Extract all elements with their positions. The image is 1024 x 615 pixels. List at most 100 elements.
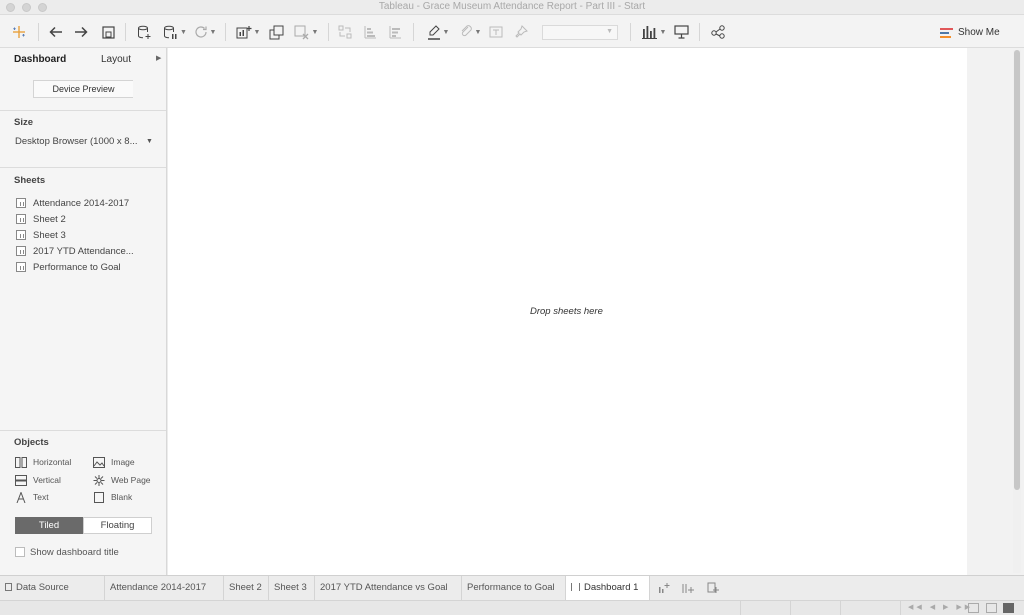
new-dashboard-tab-icon[interactable] [681,581,695,595]
presentation-mode-icon[interactable] [673,23,689,41]
clear-sheet-icon[interactable]: ▼ [292,23,320,41]
vertical-scrollbar[interactable] [1013,50,1021,573]
object-label: Horizontal [33,457,72,467]
toolbar: ▼ ▼ ▼ ▼ ▼ ▼ ▼ ▼ Show Me [0,15,1024,48]
object-blank[interactable]: Blank [93,490,132,504]
object-label: Blank [111,492,133,502]
tab-label: Dashboard 1 [584,582,639,593]
pane-menu-icon[interactable]: ▶ [156,54,161,62]
status-divider [790,601,791,615]
status-divider [740,601,741,615]
tiled-toggle[interactable]: Tiled [15,517,83,534]
text-icon [15,491,27,503]
duplicate-sheet-icon[interactable] [267,23,285,41]
show-dashboard-title-checkbox[interactable] [15,547,25,557]
sheet-item[interactable]: Sheet 2 [16,212,66,226]
chevron-down-icon[interactable]: ▼ [146,138,153,145]
show-me-label: Show Me [958,26,1000,38]
show-labels-icon[interactable]: ▼ [640,23,668,41]
show-mark-labels-icon[interactable] [488,23,504,41]
worksheet-icon [16,262,26,272]
dashboard-canvas[interactable]: Drop sheets here [168,48,967,575]
tabs-view-icon[interactable] [1003,603,1014,613]
vertical-container-icon [15,474,27,486]
tab-sheet[interactable]: Attendance 2014-2017 [105,576,224,600]
status-divider [900,601,901,615]
tab-dashboard-1[interactable]: Dashboard 1 [566,576,650,600]
title-bar: Tableau - Grace Museum Attendance Report… [0,0,1024,15]
undo-icon[interactable] [48,23,64,41]
dashboard-canvas-area: Drop sheets here [168,48,1024,575]
floating-toggle[interactable]: Floating [83,517,152,534]
swap-rows-columns-icon[interactable] [337,23,353,41]
web-page-icon [93,474,105,486]
tab-sheet[interactable]: Sheet 2 [224,576,269,600]
size-dropdown[interactable]: Desktop Browser (1000 x 8... [15,136,155,147]
refresh-icon[interactable]: ▼ [192,23,218,41]
scrollbar-thumb[interactable] [1014,50,1020,490]
tab-sheet[interactable]: Sheet 3 [269,576,315,600]
tab-sheet[interactable]: Performance to Goal [462,576,566,600]
sheet-label: Performance to Goal [33,261,121,273]
group-members-icon[interactable]: ▼ [457,23,483,41]
pause-updates-icon[interactable]: ▼ [160,23,190,41]
tab-data-source[interactable]: Data Source [0,576,105,600]
new-worksheet-tab-icon[interactable] [657,581,671,595]
save-icon[interactable] [100,23,116,41]
sheet-item[interactable]: Performance to Goal [16,260,121,274]
dashboard-pane: Dashboard Layout ▶ Device Preview Size D… [0,48,167,575]
sheet-item[interactable]: 2017 YTD Attendance... [16,244,134,258]
horizontal-container-icon [15,456,27,468]
sheet-item[interactable]: Attendance 2014-2017 [16,196,129,210]
sheet-label: 2017 YTD Attendance... [33,245,134,257]
toolbar-divider [125,23,126,41]
worksheet-icon [16,230,26,240]
new-data-source-icon[interactable] [135,23,153,41]
show-dashboard-title-label: Show dashboard title [30,546,119,558]
filmstrip-view-icon[interactable] [986,603,997,613]
device-preview-button[interactable]: Device Preview [33,80,133,98]
tableau-logo-icon[interactable] [10,23,28,41]
database-icon [5,583,12,591]
tab-layout[interactable]: Layout [101,54,131,65]
image-icon [93,456,105,468]
sheets-section-title: Sheets [14,175,46,186]
object-label: Web Page [111,475,151,485]
redo-icon[interactable] [73,23,89,41]
highlight-icon[interactable]: ▼ [424,23,452,41]
object-horizontal[interactable]: Horizontal [15,455,71,469]
sheet-item[interactable]: Sheet 3 [16,228,66,242]
dashboard-icon [571,583,580,591]
show-dashboard-title-row[interactable]: Show dashboard title [15,546,119,558]
tab-sheet[interactable]: 2017 YTD Attendance vs Goal [315,576,462,600]
sheet-label: Sheet 3 [33,229,66,241]
toolbar-divider [630,23,631,41]
sort-descending-icon[interactable] [387,23,403,41]
share-icon[interactable] [710,23,726,41]
object-label: Vertical [33,475,61,485]
object-vertical[interactable]: Vertical [15,473,61,487]
show-me-button[interactable]: Show Me [940,24,1000,40]
new-story-tab-icon[interactable] [706,581,720,595]
object-label: Image [111,457,135,467]
new-worksheet-icon[interactable]: ▼ [234,23,262,41]
sheet-sorter-view-icon[interactable] [968,603,979,613]
worksheet-icon [16,246,26,256]
fit-dropdown[interactable]: ▼ [542,25,618,40]
show-me-icon [940,27,953,38]
object-image[interactable]: Image [93,455,135,469]
size-section-title: Size [14,117,34,128]
object-text[interactable]: Text [15,490,49,504]
section-divider [0,167,166,168]
section-divider [0,110,166,111]
sort-ascending-icon[interactable] [362,23,378,41]
status-divider [840,601,841,615]
objects-section-title: Objects [14,437,49,448]
object-web-page[interactable]: Web Page [93,473,151,487]
tab-dashboard[interactable]: Dashboard [14,54,66,65]
sheet-navigation-icon[interactable]: ◀◀ ◀ ▶ ▶▶ [908,603,973,611]
worksheet-icon [16,214,26,224]
drop-hint: Drop sheets here [530,306,603,317]
toolbar-divider [225,23,226,41]
fix-axes-icon[interactable] [513,23,529,41]
